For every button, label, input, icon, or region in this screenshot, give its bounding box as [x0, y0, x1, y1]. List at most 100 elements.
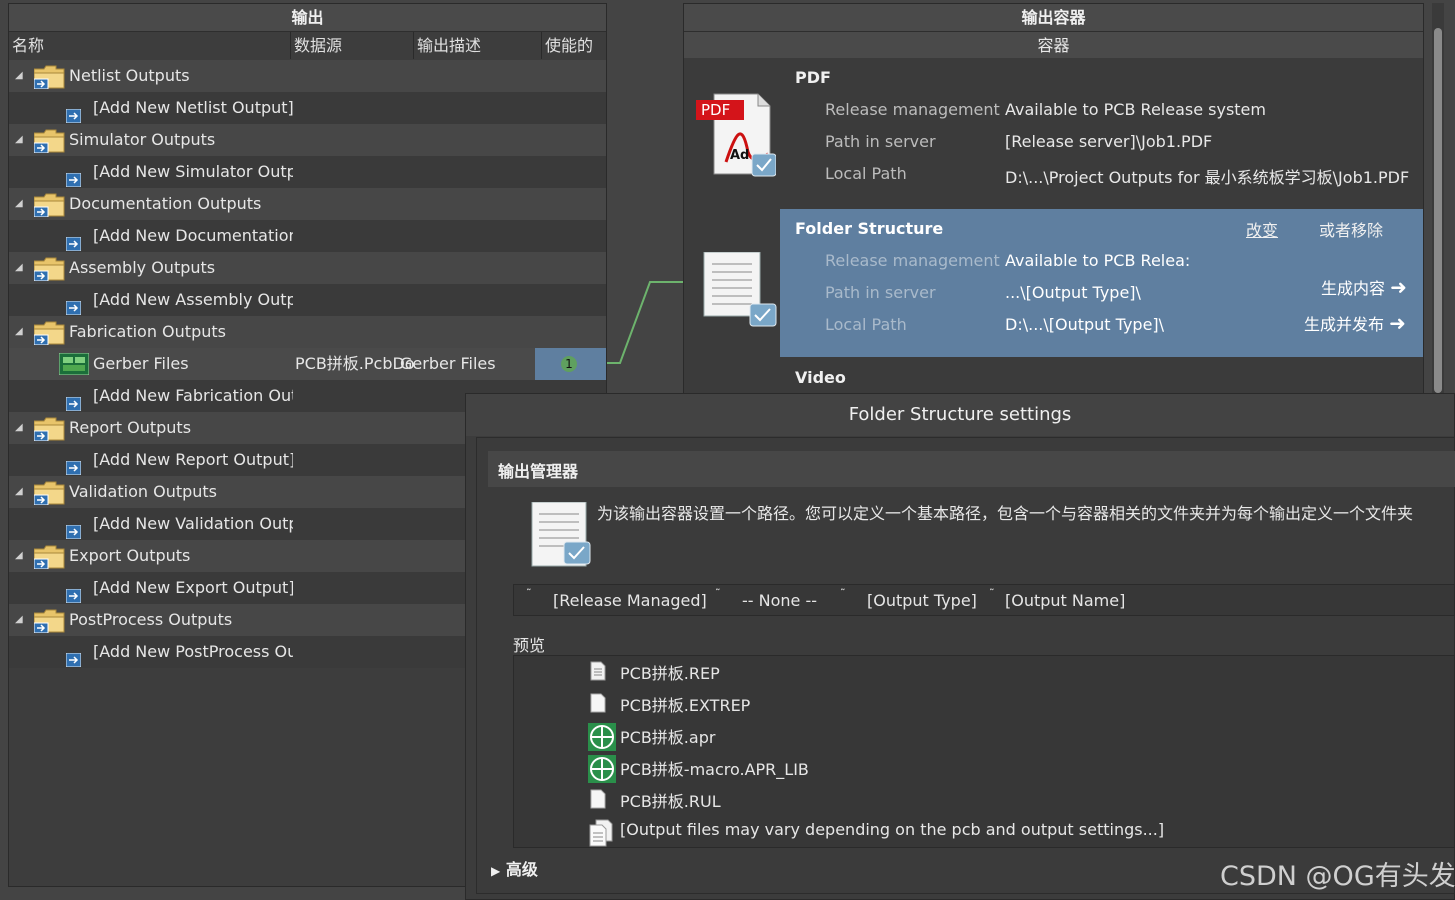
expand-triangle-icon[interactable]: ◢ — [15, 252, 23, 284]
remove-link[interactable]: 或者移除 — [1319, 217, 1383, 241]
folder-icon — [33, 609, 66, 634]
multi-file-icon — [588, 819, 614, 851]
add-output-row[interactable]: [Add New Simulator Outp — [9, 156, 606, 188]
category-label: Export Outputs — [69, 546, 191, 565]
column-header-data-source[interactable]: 数据源 — [291, 32, 414, 59]
add-arrow-icon — [65, 518, 82, 540]
output-description: Gerber Files — [400, 354, 496, 373]
expand-triangle-icon[interactable]: ◢ — [15, 476, 23, 508]
expand-triangle-icon[interactable]: ◢ — [15, 188, 23, 220]
generate-content-label: 生成内容 — [1321, 279, 1386, 298]
expand-triangle-icon[interactable]: ◢ — [15, 540, 23, 572]
add-output-label: [Add New Report Output] — [93, 450, 293, 469]
pdf-icon-label: PDF — [701, 101, 731, 119]
containers-scrollbar-thumb[interactable] — [1434, 28, 1442, 393]
expand-triangle-icon[interactable]: ◢ — [15, 60, 23, 92]
advanced-label: 高级 — [505, 860, 538, 879]
pdf-container-name: PDF — [795, 68, 831, 87]
enabled-badge: 1 — [561, 356, 577, 372]
generate-content-button[interactable]: 生成内容 ➜ — [1321, 275, 1407, 299]
folder-icon — [33, 481, 66, 506]
preview-file-row: [Output files may vary depending on the … — [514, 816, 1454, 848]
dropdown-arrow-icon[interactable]: ˜ — [989, 587, 995, 600]
expand-triangle-icon[interactable]: ◢ — [15, 412, 23, 444]
pdf-server-path-value: [Release server]\Job1.PDF — [1005, 132, 1213, 151]
add-arrow-icon — [65, 230, 82, 252]
add-output-row[interactable]: [Add New Documentation — [9, 220, 606, 252]
folder-server-path-value: ...\[Output Type]\ — [1005, 283, 1141, 302]
column-header-description[interactable]: 输出描述 — [414, 32, 542, 59]
expand-triangle-icon[interactable]: ◢ — [15, 604, 23, 636]
expand-triangle-icon[interactable]: ◢ — [15, 124, 23, 156]
category-label: PostProcess Outputs — [69, 610, 233, 629]
category-label: Assembly Outputs — [69, 258, 216, 277]
folder-local-path-label: Local Path — [825, 315, 907, 334]
video-container[interactable]: Video — [684, 358, 1423, 394]
add-output-label: [Add New Simulator Outp — [93, 162, 293, 181]
pdf-release-value: Available to PCB Release system — [1005, 100, 1266, 119]
preview-file-name: PCB拼板.apr — [620, 728, 716, 747]
pdf-container[interactable]: PDF Adobe PDF Release management Availab… — [684, 58, 1423, 208]
advanced-toggle[interactable]: ▶ 高级 — [491, 856, 538, 880]
dialog-description: 为该输出容器设置一个路径。您可以定义一个基本路径，包含一个与容器相关的文件夹并为… — [597, 504, 1414, 523]
category-label: Fabrication Outputs — [69, 322, 226, 341]
watermark: CSDN @OG有头发 — [1220, 861, 1455, 892]
video-container-name: Video — [795, 368, 846, 387]
add-output-label: [Add New Export Output] — [93, 578, 293, 597]
folder-server-path-label: Path in server — [825, 283, 936, 302]
output-manager-section: 输出管理器 — [488, 451, 1455, 487]
preview-file-name: PCB拼板.REP — [620, 664, 720, 683]
folder-icon — [33, 545, 66, 570]
outputs-panel-title: 输出 — [9, 4, 606, 32]
output-category-row[interactable]: ◢ Fabrication Outputs — [9, 316, 606, 348]
pcb-globe-icon — [588, 755, 616, 787]
pdf-icon: PDF Adobe — [696, 92, 777, 182]
add-output-label: [Add New PostProcess Ou — [93, 642, 293, 661]
preview-file-row: PCB拼板.apr — [514, 720, 1454, 752]
output-category-row[interactable]: ◢ Simulator Outputs — [9, 124, 606, 156]
enabled-cell[interactable]: 1 — [535, 348, 606, 380]
dropdown-arrow-icon[interactable]: ˜ — [840, 587, 846, 600]
add-output-label: [Add New Fabrication Out — [93, 386, 293, 405]
containers-subheader: 容器 — [684, 32, 1423, 60]
output-category-row[interactable]: ◢ Assembly Outputs — [9, 252, 606, 284]
preview-file-row: PCB拼板.RUL — [514, 784, 1454, 816]
pdf-release-label: Release management — [825, 100, 1000, 119]
preview-file-name: PCB拼板-macro.APR_LIB — [620, 760, 809, 779]
output-category-row[interactable]: ◢ Netlist Outputs — [9, 60, 606, 92]
add-arrow-icon — [65, 102, 82, 124]
dropdown-arrow-icon[interactable]: ˜ — [526, 587, 532, 600]
generate-publish-button[interactable]: 生成并发布 ➜ — [1304, 311, 1406, 335]
folder-structure-container[interactable]: Folder Structure 改变 或者移除 Release managem… — [780, 209, 1423, 357]
arrow-right-icon: ➜ — [1389, 311, 1406, 335]
preview-file-row: PCB拼板.EXTREP — [514, 688, 1454, 720]
folder-local-path-value: D:\...\[Output Type]\ — [1005, 315, 1165, 334]
path-segment-output-type[interactable]: [Output Type] — [867, 591, 977, 610]
blank-file-icon — [590, 693, 606, 717]
expand-triangle-icon[interactable]: ◢ — [15, 316, 23, 348]
column-header-enabled[interactable]: 使能的 — [542, 32, 606, 59]
add-output-label: [Add New Assembly Outpu — [93, 290, 293, 309]
section-title: 输出管理器 — [498, 462, 579, 481]
folder-release-value: Available to PCB Relea: — [1005, 251, 1191, 270]
preview-file-name: PCB拼板.RUL — [620, 792, 721, 811]
folder-icon — [33, 129, 66, 154]
generate-publish-label: 生成并发布 — [1304, 315, 1385, 334]
category-label: Report Outputs — [69, 418, 192, 437]
path-segment-none[interactable]: -- None -- — [742, 591, 817, 610]
dialog-title: Folder Structure settings — [466, 394, 1454, 436]
path-segment-release[interactable]: [Release Managed] — [553, 591, 707, 610]
path-segment-output-name[interactable]: [Output Name] — [1005, 591, 1125, 610]
column-header-name[interactable]: 名称 — [9, 32, 291, 59]
add-arrow-icon — [65, 390, 82, 412]
output-row-gerber[interactable]: Gerber Files PCB拼板.PcbDo Gerber Files 1 — [9, 348, 606, 380]
containers-panel-title: 输出容器 — [684, 4, 1423, 32]
dropdown-arrow-icon[interactable]: ˜ — [715, 587, 721, 600]
add-output-row[interactable]: [Add New Assembly Outpu — [9, 284, 606, 316]
output-category-row[interactable]: ◢ Documentation Outputs — [9, 188, 606, 220]
folder-icon-cell — [684, 209, 780, 357]
pdf-icon-brand: Adobe — [730, 148, 750, 163]
add-output-label: [Add New Validation Outp — [93, 514, 293, 533]
change-link[interactable]: 改变 — [1246, 217, 1278, 241]
add-output-row[interactable]: [Add New Netlist Output] — [9, 92, 606, 124]
